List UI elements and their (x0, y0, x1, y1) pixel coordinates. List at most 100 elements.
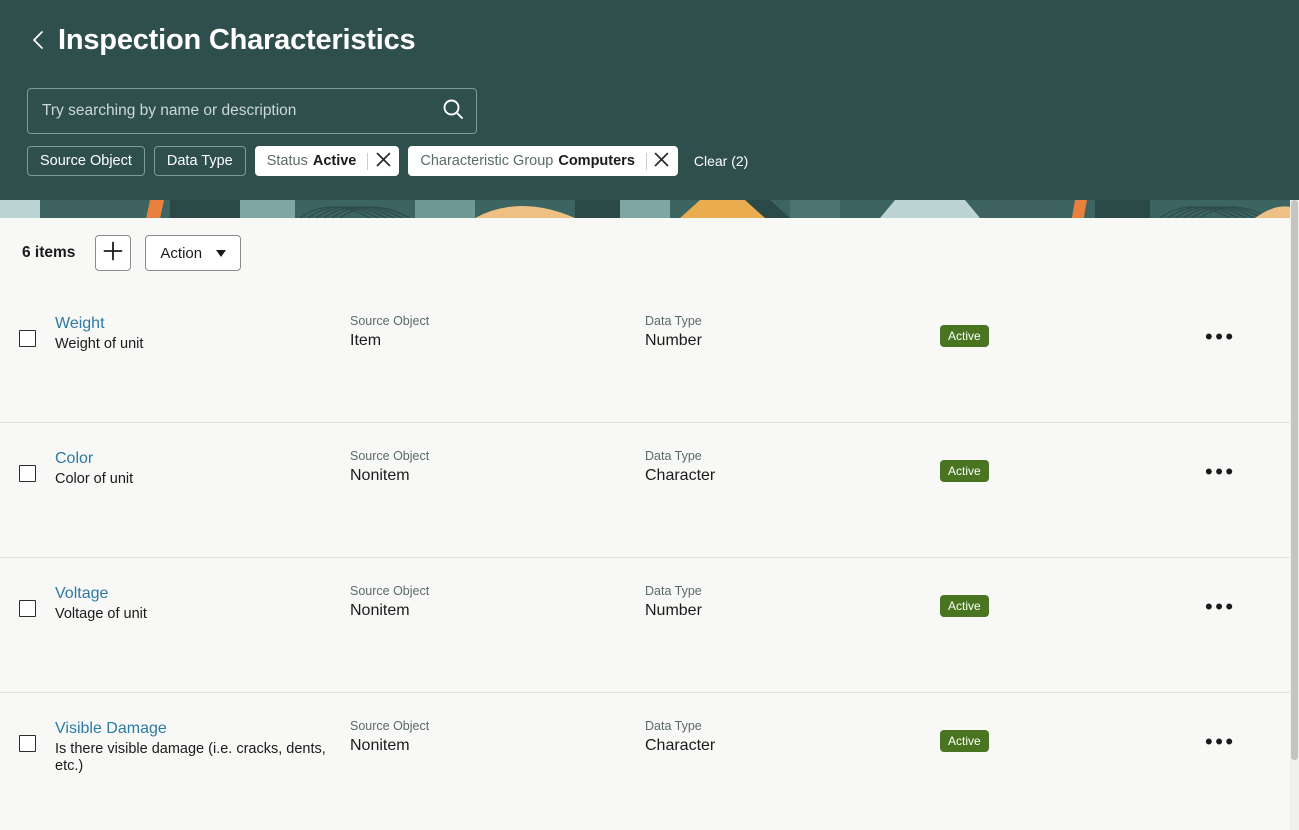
row-checkbox[interactable] (19, 330, 36, 347)
row-status-cell: Active (940, 584, 1205, 617)
row-select-cell (0, 314, 55, 347)
plus-icon (102, 240, 124, 267)
source-object-label: Source Object (350, 314, 430, 328)
filter-chip-bar: Source Object Data Type Status Active Ch… (27, 146, 1299, 176)
more-options-icon[interactable]: ••• (1205, 461, 1236, 483)
row-menu-cell: ••• (1205, 314, 1299, 348)
row-source-object-cell: Source Object Item (350, 314, 645, 351)
source-object-label: Source Object (350, 584, 430, 598)
characteristics-list: Weight Weight of unit Source Object Item… (0, 288, 1299, 830)
table-row[interactable]: Voltage Voltage of unit Source Object No… (0, 558, 1299, 693)
filter-chip-label: Characteristic Group (420, 153, 554, 169)
data-type-label: Data Type (645, 449, 702, 463)
filter-chip-value: Computers (558, 153, 635, 169)
more-options-icon[interactable]: ••• (1205, 326, 1236, 348)
characteristic-description: Weight of unit (55, 336, 144, 352)
data-type-label: Data Type (645, 719, 702, 733)
close-icon (654, 152, 669, 171)
row-menu-cell: ••• (1205, 584, 1299, 618)
row-name-cell: Weight Weight of unit (55, 314, 350, 353)
data-type-label: Data Type (645, 584, 702, 598)
row-checkbox[interactable] (19, 735, 36, 752)
action-menu-button[interactable]: Action (145, 235, 242, 271)
characteristic-name-link[interactable]: Visible Damage (55, 719, 167, 739)
row-name-cell: Visible Damage Is there visible damage (… (55, 719, 350, 775)
row-select-cell (0, 584, 55, 617)
clear-filters-link[interactable]: Clear (2) (694, 153, 748, 169)
filter-chip-value: Active (312, 153, 357, 169)
decorative-banner-strip (0, 200, 1299, 218)
data-type-label: Data Type (645, 314, 702, 328)
row-data-type-cell: Data Type Number (645, 584, 940, 621)
row-data-type-cell: Data Type Number (645, 314, 940, 351)
row-checkbox[interactable] (19, 600, 36, 617)
back-button[interactable] (22, 24, 54, 56)
close-icon (376, 152, 391, 171)
characteristic-name-link[interactable]: Voltage (55, 584, 108, 604)
source-object-value: Nonitem (350, 467, 410, 484)
search-box[interactable] (27, 88, 477, 134)
row-source-object-cell: Source Object Nonitem (350, 719, 645, 756)
remove-filter-characteristic-group-button[interactable] (647, 147, 677, 175)
data-type-value: Character (645, 737, 716, 754)
row-status-cell: Active (940, 719, 1205, 752)
status-badge: Active (940, 460, 989, 482)
source-object-label: Source Object (350, 719, 430, 733)
source-object-value: Nonitem (350, 737, 410, 754)
remove-filter-status-button[interactable] (368, 147, 398, 175)
row-data-type-cell: Data Type Character (645, 449, 940, 486)
table-row[interactable]: Color Color of unit Source Object Nonite… (0, 423, 1299, 558)
list-toolbar: 6 items Action (0, 218, 1299, 288)
row-status-cell: Active (940, 449, 1205, 482)
table-row[interactable]: Weight Weight of unit Source Object Item… (0, 288, 1299, 423)
search-input[interactable] (28, 89, 430, 133)
data-type-value: Character (645, 467, 716, 484)
filter-chip-data-type[interactable]: Data Type (153, 146, 246, 176)
action-button-label: Action (160, 244, 203, 262)
row-source-object-cell: Source Object Nonitem (350, 449, 645, 486)
row-name-cell: Color Color of unit (55, 449, 350, 488)
status-badge: Active (940, 730, 989, 752)
row-select-cell (0, 719, 55, 752)
characteristic-name-link[interactable]: Weight (55, 314, 105, 334)
status-badge: Active (940, 595, 989, 617)
more-options-icon[interactable]: ••• (1205, 731, 1236, 753)
characteristic-description: Color of unit (55, 471, 134, 487)
row-status-cell: Active (940, 314, 1205, 347)
row-source-object-cell: Source Object Nonitem (350, 584, 645, 621)
search-icon (441, 97, 465, 126)
chevron-down-icon (216, 249, 227, 257)
filter-chip-characteristic-group[interactable]: Characteristic Group Computers (408, 146, 678, 176)
source-object-value: Nonitem (350, 602, 410, 619)
row-data-type-cell: Data Type Character (645, 719, 940, 756)
page-title: Inspection Characteristics (58, 24, 416, 56)
row-select-cell (0, 449, 55, 482)
add-item-button[interactable] (95, 235, 132, 271)
vertical-scrollbar[interactable] (1290, 200, 1299, 830)
characteristic-description: Is there visible damage (i.e. cracks, de… (55, 741, 326, 774)
filter-chip-status[interactable]: Status Active (254, 146, 400, 176)
chevron-left-icon (30, 29, 46, 51)
page-header: Inspection Characteristics Source Object… (0, 0, 1299, 200)
search-button[interactable] (430, 89, 476, 133)
row-menu-cell: ••• (1205, 449, 1299, 483)
data-type-value: Number (645, 602, 702, 619)
banner-artwork (0, 200, 1299, 218)
filter-chip-source-object[interactable]: Source Object (27, 146, 145, 176)
filter-chip-label: Data Type (166, 153, 233, 169)
characteristic-description: Voltage of unit (55, 606, 147, 622)
source-object-value: Item (350, 332, 382, 349)
source-object-label: Source Object (350, 449, 430, 463)
row-name-cell: Voltage Voltage of unit (55, 584, 350, 623)
table-row[interactable]: Visible Damage Is there visible damage (… (0, 693, 1299, 830)
row-checkbox[interactable] (19, 465, 36, 482)
more-options-icon[interactable]: ••• (1205, 596, 1236, 618)
scrollbar-thumb[interactable] (1291, 200, 1298, 760)
data-type-value: Number (645, 332, 702, 349)
header-title-bar: Inspection Characteristics (0, 0, 1299, 58)
filter-chip-label: Source Object (40, 153, 132, 169)
status-badge: Active (940, 325, 989, 347)
row-menu-cell: ••• (1205, 719, 1299, 753)
characteristic-name-link[interactable]: Color (55, 449, 93, 469)
item-count-label: 6 items (22, 244, 76, 261)
